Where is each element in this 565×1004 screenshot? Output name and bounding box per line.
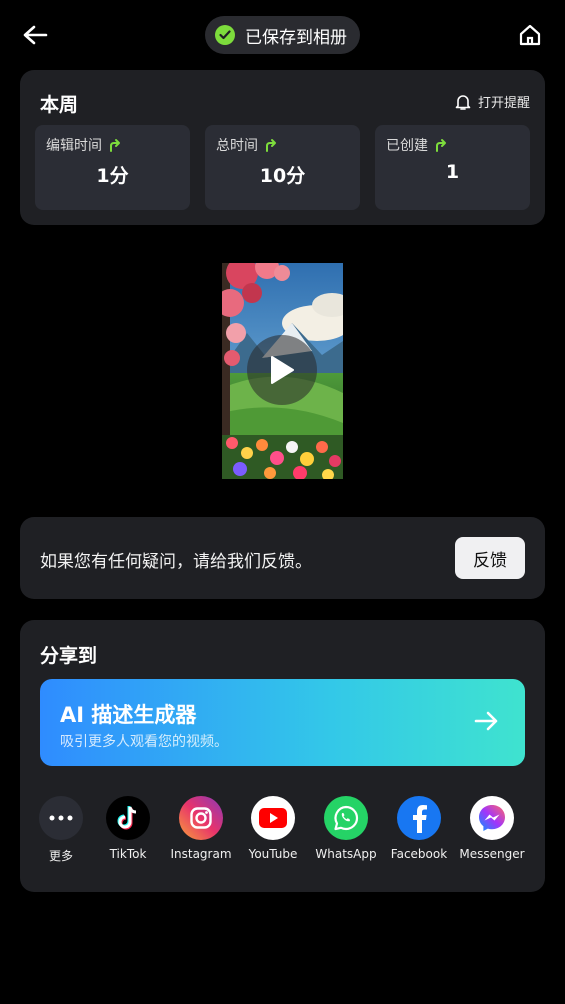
trend-up-icon	[110, 139, 120, 152]
stat-total-time: 总时间 10分	[205, 125, 360, 210]
top-bar: 已保存到相册	[0, 0, 565, 70]
stat-value: 1分	[96, 165, 129, 187]
whatsapp-icon	[324, 796, 368, 840]
weekly-stats-card: 本周 打开提醒 编辑时间 1分 总时间 10分 已创建 1	[20, 70, 545, 225]
weekly-title: 本周	[40, 94, 79, 116]
home-button[interactable]	[515, 20, 545, 50]
ai-description-generator-banner[interactable]: AI 描述生成器 吸引更多人观看您的视频。	[40, 679, 525, 766]
feedback-card: 如果您有任何疑问，请给我们反馈。 反馈	[20, 517, 545, 599]
trend-up-icon	[266, 139, 276, 152]
stat-value: 10分	[259, 165, 306, 187]
home-icon	[519, 24, 541, 46]
share-whatsapp[interactable]: WhatsApp	[306, 796, 386, 861]
stat-edit-time: 编辑时间 1分	[35, 125, 190, 210]
stat-value: 1	[445, 161, 460, 183]
share-facebook[interactable]: Facebook	[379, 796, 459, 861]
share-instagram[interactable]: Instagram	[161, 796, 241, 861]
stat-label: 编辑时间	[46, 138, 102, 154]
share-youtube[interactable]: YouTube	[233, 796, 313, 861]
saved-status-pill: 已保存到相册	[205, 16, 360, 54]
play-button[interactable]	[247, 335, 317, 405]
enable-reminder-button[interactable]: 打开提醒	[454, 92, 530, 111]
tiktok-icon	[106, 796, 150, 840]
share-card: 分享到 AI 描述生成器 吸引更多人观看您的视频。 更多 TikTok Inst…	[20, 620, 545, 892]
play-icon	[271, 356, 294, 384]
messenger-icon	[470, 796, 514, 840]
arrow-right-icon	[474, 711, 498, 731]
stat-label: 已创建	[386, 138, 428, 154]
check-circle-icon	[215, 25, 235, 45]
app-label: Messenger	[459, 847, 525, 861]
facebook-icon	[397, 796, 441, 840]
app-label: YouTube	[248, 847, 298, 861]
video-thumbnail[interactable]	[222, 263, 343, 479]
enable-reminder-label: 打开提醒	[477, 96, 530, 111]
ai-banner-subtitle: 吸引更多人观看您的视频。	[60, 734, 228, 750]
back-button[interactable]	[20, 20, 50, 50]
instagram-icon	[179, 796, 223, 840]
app-label: TikTok	[109, 847, 147, 861]
saved-status-text: 已保存到相册	[245, 27, 347, 48]
app-label: Instagram	[170, 847, 232, 861]
trend-up-icon	[436, 139, 446, 152]
bell-icon	[455, 94, 471, 110]
app-label: WhatsApp	[315, 847, 377, 861]
share-app-list: 更多 TikTok Instagram YouTube WhatsApp Fac…	[20, 796, 545, 866]
more-icon	[39, 796, 83, 840]
feedback-prompt: 如果您有任何疑问，请给我们反馈。	[40, 552, 312, 572]
share-messenger[interactable]: Messenger	[452, 796, 532, 861]
stat-label: 总时间	[216, 138, 258, 154]
stat-created: 已创建 1	[375, 125, 530, 210]
share-tiktok[interactable]: TikTok	[88, 796, 168, 861]
ai-banner-title: AI 描述生成器	[60, 703, 197, 727]
youtube-icon	[251, 796, 295, 840]
app-label: 更多	[48, 849, 73, 863]
app-label: Facebook	[390, 847, 448, 861]
share-title: 分享到	[40, 645, 98, 667]
feedback-button[interactable]: 反馈	[455, 537, 525, 579]
back-arrow-icon	[23, 25, 48, 45]
